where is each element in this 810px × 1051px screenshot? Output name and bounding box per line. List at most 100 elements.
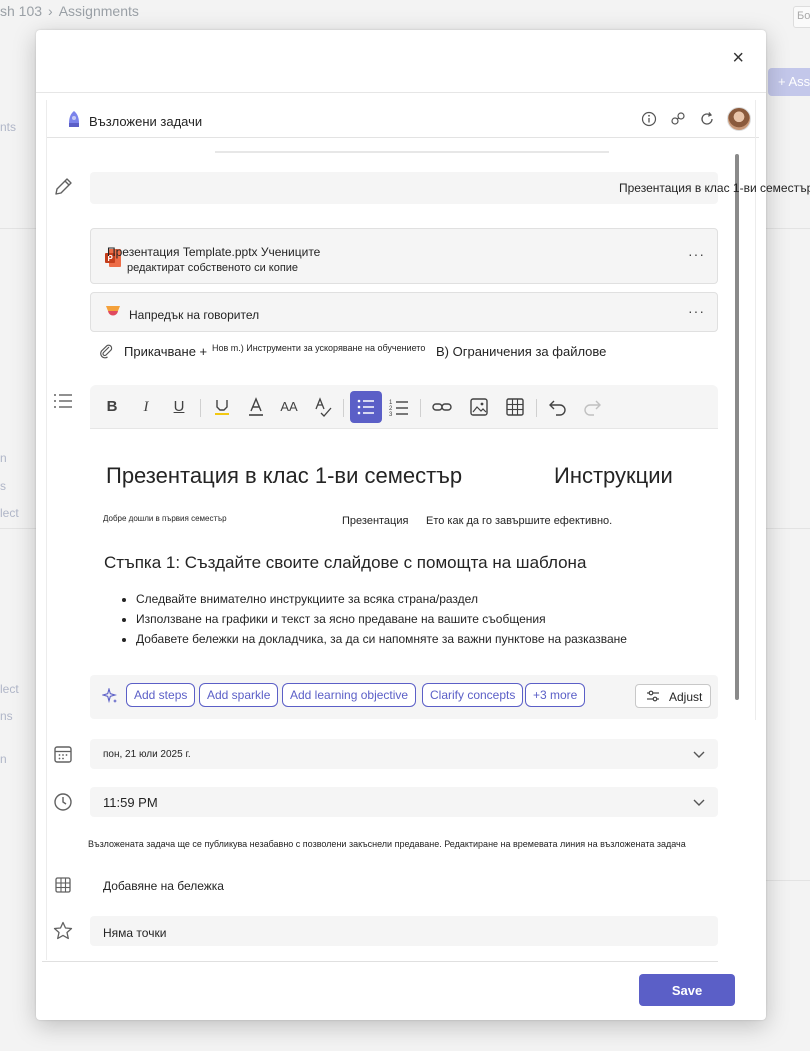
learning-accelerators-button[interactable]: Нов m.) Инструменти за ускоряване на обу…: [212, 343, 425, 353]
divider: [766, 880, 810, 881]
speaker-progress-more-button[interactable]: ···: [688, 303, 705, 319]
formatting-toolbar: B I U AA 1 2 3: [90, 385, 718, 429]
toolbar-separator: [420, 399, 421, 417]
side-label: ns: [0, 709, 13, 723]
toolbar-separator: [343, 399, 344, 417]
attachment-permission: редактират собственото си копие: [127, 262, 299, 274]
speaker-progress-card[interactable]: Напредък на говорител ···: [90, 292, 718, 332]
breadcrumb-separator: ›: [48, 3, 53, 19]
paperclip-icon: [100, 344, 113, 359]
due-date-picker[interactable]: пон, 21 юли 2025 г.: [90, 739, 718, 769]
dialog-divider: [36, 92, 766, 93]
howto-text: Ето как да го завършите ефективно.: [426, 515, 613, 527]
welcome-text: Добре дошли в първия семестър: [103, 514, 227, 523]
chevron-down-icon: [693, 751, 705, 758]
save-button[interactable]: Save: [639, 974, 735, 1006]
star-icon: [53, 921, 73, 940]
list-item: Използване на графики и текст за ясно пр…: [136, 609, 627, 629]
list-item: Добавете бележки на докладчика, за да си…: [136, 629, 627, 649]
speaker-progress-label: Напредък на говорител: [129, 308, 260, 322]
title-value: Презентация в клас 1-ви семестър: [619, 181, 810, 195]
calendar-icon: [54, 746, 72, 763]
image-icon[interactable]: [467, 395, 491, 419]
ai-suggestions-row: Add steps Add sparkle Add learning objec…: [90, 675, 718, 719]
font-color-icon[interactable]: [244, 395, 268, 419]
more-suggestions-button[interactable]: +3 more: [525, 683, 586, 707]
highlight-icon[interactable]: [210, 395, 234, 419]
adjust-button[interactable]: Adjust: [635, 684, 711, 708]
assignment-dialog: × Възложени задачи Презентация в клас 1-…: [36, 30, 810, 1020]
divider: [0, 528, 40, 529]
header-indicator: [215, 151, 609, 153]
adjust-icon: [647, 690, 659, 702]
svg-text:3: 3: [389, 412, 393, 418]
list-item: Следвайте внимателно инструкциите за вся…: [136, 589, 627, 609]
font-size-button[interactable]: AA: [277, 395, 301, 419]
add-steps-button[interactable]: Add steps: [126, 683, 196, 707]
instructions-heading: Презентация в клас 1-ви семестър: [106, 463, 463, 488]
refresh-icon[interactable]: [699, 111, 715, 127]
instructions-list-icon: [54, 394, 72, 408]
spelling-icon[interactable]: [311, 395, 335, 419]
table-icon[interactable]: [503, 395, 527, 419]
undo-icon[interactable]: [546, 395, 570, 419]
close-icon[interactable]: ×: [732, 48, 744, 68]
pencil-icon: [55, 178, 72, 195]
assignments-logo-icon: [69, 111, 79, 127]
link-icon[interactable]: [430, 395, 454, 419]
numbered-list-icon[interactable]: 1 2 3: [387, 395, 411, 419]
due-time-value: 11:59 PM: [103, 795, 158, 810]
divider: [766, 228, 810, 229]
bullet-list-icon[interactable]: [350, 391, 382, 423]
sparkle-icon: [102, 688, 118, 704]
new-assignment-button[interactable]: + Assi: [768, 68, 810, 96]
points-field[interactable]: Няма точки: [90, 916, 718, 946]
app-header: Възложени задачи: [47, 100, 759, 138]
instructions-heading-secondary: Инструкции: [554, 463, 673, 488]
divider: [766, 528, 810, 529]
app-title: Възложени задачи: [89, 114, 203, 129]
add-note-button[interactable]: Добавяне на бележка: [103, 879, 224, 893]
divider: [0, 228, 40, 229]
step-list: Следвайте внимателно инструкциите за вся…: [118, 589, 627, 649]
breadcrumb-class[interactable]: sh 103: [0, 3, 42, 19]
attach-button[interactable]: Прикачване +: [124, 344, 207, 359]
publish-timeline-note[interactable]: Възложената задача ще се публикува незаб…: [88, 839, 686, 849]
underline-button[interactable]: U: [167, 395, 191, 419]
attachment-name[interactable]: Презентация Template.pptx Учениците: [107, 245, 320, 259]
presentation-text: Презентация: [342, 515, 409, 527]
attach-row: Прикачване + Нов m.) Инструменти за уско…: [98, 342, 718, 362]
chevron-down-icon: [693, 799, 705, 806]
editor-content[interactable]: Презентация в клас 1-ви семестър Инструк…: [90, 429, 718, 669]
add-sparkle-button[interactable]: Add sparkle: [199, 683, 279, 707]
toolbar-separator: [200, 399, 201, 417]
due-date-value: пон, 21 юли 2025 г.: [103, 749, 191, 760]
file-restrictions-button[interactable]: В) Ограничения за файлове: [436, 344, 606, 359]
redo-icon[interactable]: [580, 395, 604, 419]
clarify-concepts-button[interactable]: Clarify concepts: [422, 683, 524, 707]
footer-divider: [42, 961, 718, 962]
bold-button[interactable]: B: [100, 395, 124, 419]
info-icon[interactable]: [641, 111, 657, 127]
italic-button[interactable]: I: [134, 395, 158, 419]
avatar[interactable]: [727, 107, 751, 131]
side-label: lect: [0, 682, 19, 696]
scrollbar[interactable]: [735, 154, 739, 700]
top-right-button[interactable]: Бо: [793, 6, 810, 28]
due-time-picker[interactable]: 11:59 PM: [90, 787, 718, 817]
grid-icon: [55, 877, 71, 893]
side-label: nts: [0, 120, 17, 134]
share-link-icon[interactable]: [670, 111, 686, 127]
toolbar-separator: [536, 399, 537, 417]
breadcrumb-assignments[interactable]: Assignments: [59, 3, 139, 19]
step-heading: Стъпка 1: Създайте своите слайдове с пом…: [104, 553, 587, 572]
side-label: s: [0, 479, 6, 493]
attachment-card[interactable]: P Презентация Template.pptx Учениците ре…: [90, 228, 718, 284]
breadcrumb: sh 103 › Assignments: [0, 3, 139, 19]
side-label: lect: [0, 506, 19, 520]
attachment-more-button[interactable]: ···: [688, 246, 705, 262]
side-label: n: [0, 451, 7, 465]
points-value: Няма точки: [103, 926, 167, 940]
add-learning-objective-button[interactable]: Add learning objective: [282, 683, 417, 707]
speaker-coach-icon: [106, 306, 120, 316]
